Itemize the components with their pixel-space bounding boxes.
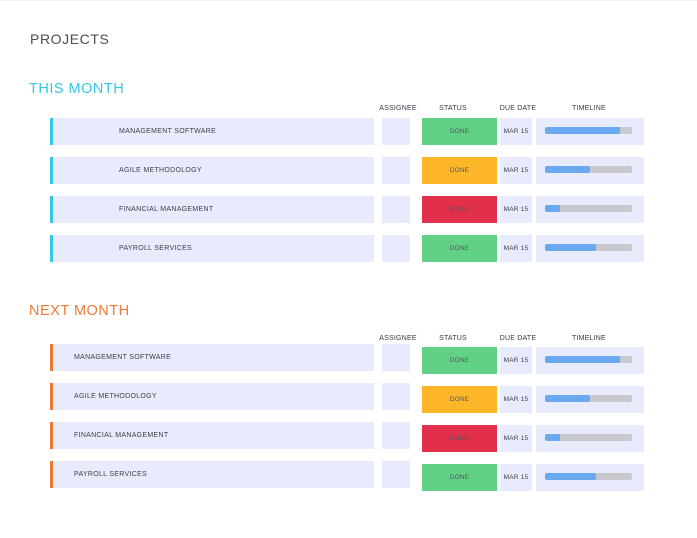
table-row[interactable]: PAYROLL SERVICES DONE MAR 15	[0, 461, 697, 491]
due-date[interactable]: MAR 15	[500, 235, 532, 262]
table-row[interactable]: FINANCIAL MANAGEMENT DONE MAR 15	[0, 196, 697, 224]
due-date[interactable]: MAR 15	[500, 157, 532, 184]
due-date[interactable]: MAR 15	[500, 118, 532, 145]
status-badge[interactable]: DONE	[422, 386, 497, 413]
column-header-assignee: ASSIGNEE	[379, 335, 417, 342]
timeline-progress	[545, 434, 560, 441]
column-header-due-date: DUE DATE	[499, 105, 537, 112]
timeline-track	[545, 205, 632, 212]
table-row[interactable]: MANAGEMENT SOFTWARE DONE MAR 15	[0, 344, 697, 374]
column-header-status: STATUS	[439, 335, 467, 342]
timeline-cell[interactable]	[536, 235, 644, 262]
due-date[interactable]: MAR 15	[500, 386, 532, 413]
task-name-cell[interactable]: AGILE METHODOLOGY	[50, 383, 374, 410]
task-name: AGILE METHODOLOGY	[119, 167, 202, 174]
timeline-progress	[545, 127, 620, 134]
task-name-cell[interactable]: PAYROLL SERVICES	[50, 461, 374, 488]
task-name-cell[interactable]: FINANCIAL MANAGEMENT	[50, 196, 374, 223]
assignee-cell[interactable]	[382, 118, 410, 145]
column-header-timeline: TIMELINE	[572, 335, 606, 342]
column-header-timeline: TIMELINE	[572, 105, 606, 112]
page-title: PROJECTS	[30, 31, 110, 47]
column-header-status: STATUS	[439, 105, 467, 112]
task-name: FINANCIAL MANAGEMENT	[74, 432, 169, 439]
due-date[interactable]: MAR 15	[500, 425, 532, 452]
status-badge[interactable]: DONE	[422, 347, 497, 374]
task-name-cell[interactable]: AGILE METHODOLOGY	[50, 157, 374, 184]
timeline-cell[interactable]	[536, 347, 644, 374]
assignee-cell[interactable]	[382, 461, 410, 488]
task-name: FINANCIAL MANAGEMENT	[119, 206, 214, 213]
timeline-cell[interactable]	[536, 464, 644, 491]
timeline-cell[interactable]	[536, 425, 644, 452]
task-name: PAYROLL SERVICES	[74, 471, 148, 478]
section-title: THIS MONTH	[29, 81, 125, 97]
task-name-cell[interactable]: PAYROLL SERVICES	[50, 235, 374, 262]
table-row[interactable]: FINANCIAL MANAGEMENT DONE MAR 15	[0, 422, 697, 452]
timeline-track	[545, 395, 632, 402]
task-name: PAYROLL SERVICES	[119, 245, 193, 252]
task-name: MANAGEMENT SOFTWARE	[74, 354, 172, 361]
task-name: AGILE METHODOLOGY	[74, 393, 157, 400]
timeline-cell[interactable]	[536, 386, 644, 413]
timeline-track	[545, 166, 632, 173]
status-badge[interactable]: DONE	[422, 235, 497, 262]
assignee-cell[interactable]	[382, 344, 410, 371]
timeline-progress	[545, 205, 560, 212]
timeline-progress	[545, 473, 597, 480]
timeline-cell[interactable]	[536, 118, 644, 145]
due-date[interactable]: MAR 15	[500, 464, 532, 491]
assignee-cell[interactable]	[382, 157, 410, 184]
timeline-progress	[545, 395, 591, 402]
status-badge[interactable]: DONE	[422, 118, 497, 145]
task-name-cell[interactable]: FINANCIAL MANAGEMENT	[50, 422, 374, 449]
timeline-track	[545, 356, 632, 363]
status-badge[interactable]: DONE	[422, 196, 497, 223]
timeline-progress	[545, 244, 597, 251]
table-row[interactable]: AGILE METHODOLOGY DONE MAR 15	[0, 157, 697, 185]
task-name-cell[interactable]: MANAGEMENT SOFTWARE	[50, 118, 374, 145]
timeline-track	[545, 244, 632, 251]
timeline-cell[interactable]	[536, 157, 644, 184]
timeline-progress	[545, 356, 620, 363]
column-header-due-date: DUE DATE	[499, 335, 537, 342]
task-name: MANAGEMENT SOFTWARE	[119, 128, 217, 135]
status-badge[interactable]: DONE	[422, 425, 497, 452]
timeline-progress	[545, 166, 591, 173]
assignee-cell[interactable]	[382, 235, 410, 262]
timeline-track	[545, 127, 632, 134]
timeline-track	[545, 473, 632, 480]
timeline-track	[545, 434, 632, 441]
due-date[interactable]: MAR 15	[500, 347, 532, 374]
table-row[interactable]: PAYROLL SERVICES DONE MAR 15	[0, 235, 697, 263]
table-row[interactable]: MANAGEMENT SOFTWARE DONE MAR 15	[0, 118, 697, 146]
column-header-assignee: ASSIGNEE	[379, 105, 417, 112]
table-row[interactable]: AGILE METHODOLOGY DONE MAR 15	[0, 383, 697, 413]
section-title: NEXT MONTH	[29, 303, 130, 319]
assignee-cell[interactable]	[382, 196, 410, 223]
timeline-cell[interactable]	[536, 196, 644, 223]
task-name-cell[interactable]: MANAGEMENT SOFTWARE	[50, 344, 374, 371]
assignee-cell[interactable]	[382, 422, 410, 449]
status-badge[interactable]: DONE	[422, 464, 497, 491]
due-date[interactable]: MAR 15	[500, 196, 532, 223]
status-badge[interactable]: DONE	[422, 157, 497, 184]
assignee-cell[interactable]	[382, 383, 410, 410]
